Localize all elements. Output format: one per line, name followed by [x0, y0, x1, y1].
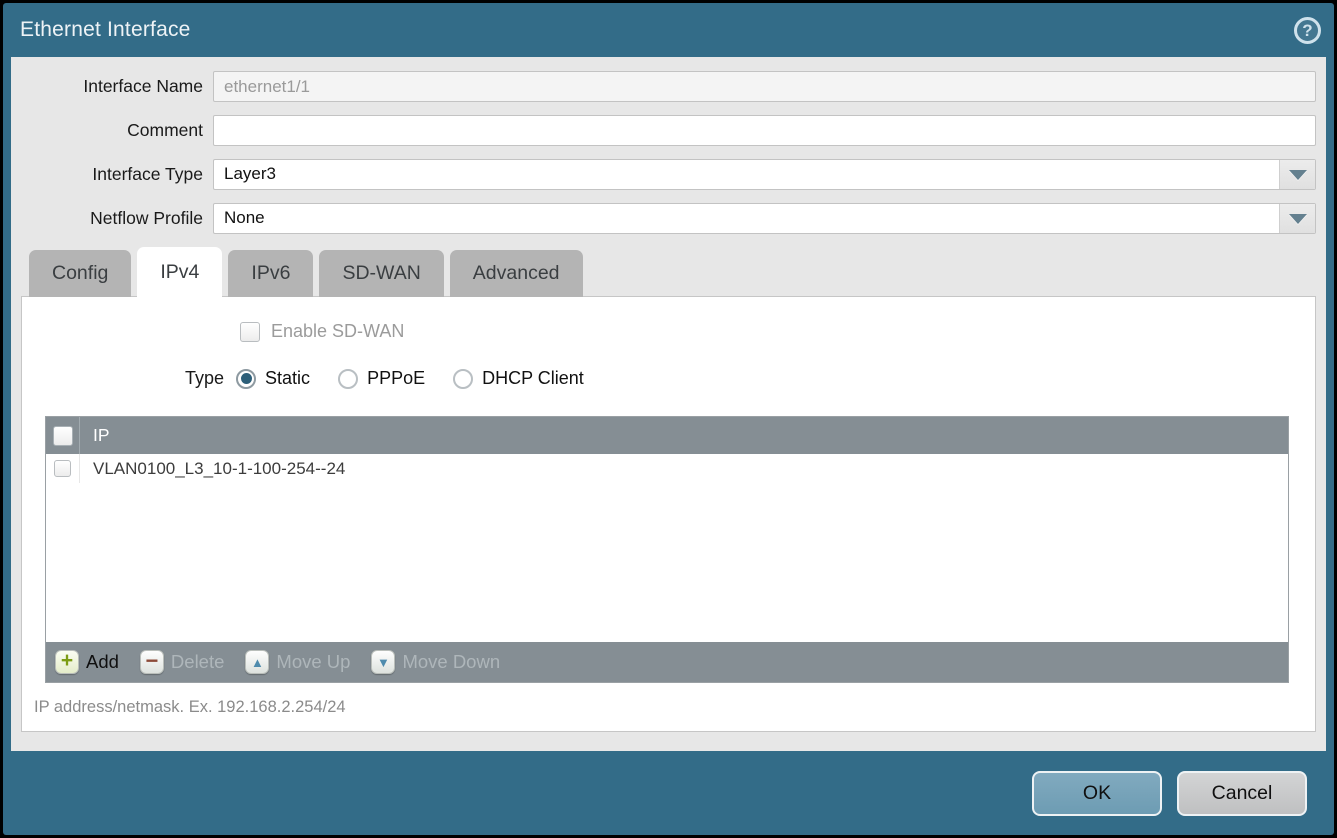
- tab-sdwan[interactable]: SD-WAN: [319, 250, 443, 297]
- dialog-footer: OK Cancel: [3, 751, 1334, 835]
- add-button[interactable]: + Add: [55, 650, 119, 674]
- arrow-up-glyph: ▲: [251, 656, 264, 669]
- dialog-content: Interface Name Comment Interface Type La…: [11, 57, 1326, 751]
- interface-name-field-wrap: [213, 71, 1316, 102]
- interface-type-label: Interface Type: [21, 164, 213, 185]
- help-icon[interactable]: ?: [1294, 17, 1321, 44]
- dialog-title: Ethernet Interface: [20, 18, 191, 42]
- table-toolbar: + Add − Delete ▲ Move Up ▼: [46, 642, 1288, 682]
- delete-button-label: Delete: [171, 651, 224, 673]
- type-label: Type: [185, 368, 224, 389]
- tab-config[interactable]: Config: [29, 250, 131, 297]
- plus-glyph: +: [61, 651, 73, 671]
- radio-static[interactable]: [236, 369, 256, 389]
- ipv4-tab-panel: Enable SD-WAN Type Static PPPoE DHCP Cli…: [21, 296, 1316, 732]
- ip-format-hint: IP address/netmask. Ex. 192.168.2.254/24: [34, 698, 1315, 717]
- netflow-profile-value: None: [214, 204, 1279, 233]
- select-all-cell: [46, 417, 80, 454]
- interface-name-row: Interface Name: [21, 71, 1316, 102]
- enable-sdwan-checkbox[interactable]: [240, 322, 260, 342]
- comment-label: Comment: [21, 120, 213, 141]
- interface-type-dropdown[interactable]: Layer3: [213, 159, 1316, 190]
- comment-input[interactable]: [213, 115, 1316, 146]
- tab-ipv6[interactable]: IPv6: [228, 250, 313, 297]
- interface-name-input: [213, 71, 1316, 102]
- minus-glyph: −: [145, 651, 158, 671]
- move-down-button-label: Move Down: [402, 651, 500, 673]
- radio-dhcp-client-label: DHCP Client: [482, 368, 584, 389]
- cancel-button[interactable]: Cancel: [1177, 771, 1307, 816]
- radio-dot: [241, 373, 252, 384]
- ok-button[interactable]: OK: [1032, 771, 1162, 816]
- netflow-profile-dropdown-button[interactable]: [1279, 204, 1315, 233]
- select-all-checkbox[interactable]: [53, 426, 73, 446]
- arrow-up-icon: ▲: [245, 650, 269, 674]
- interface-type-dropdown-button[interactable]: [1279, 160, 1315, 189]
- tab-advanced[interactable]: Advanced: [450, 250, 583, 297]
- comment-field-wrap: [213, 115, 1316, 146]
- question-mark-glyph: ?: [1302, 21, 1312, 41]
- interface-type-field-wrap: Layer3: [213, 159, 1316, 190]
- chevron-down-icon: [1289, 214, 1307, 224]
- chevron-down-icon: [1289, 170, 1307, 180]
- ip-column-header: IP: [80, 425, 110, 446]
- delete-button[interactable]: − Delete: [140, 650, 224, 674]
- tab-ipv4[interactable]: IPv4: [137, 247, 222, 297]
- add-button-label: Add: [86, 651, 119, 673]
- tab-bar: Config IPv4 IPv6 SD-WAN Advanced: [29, 247, 1316, 297]
- arrow-down-icon: ▼: [371, 650, 395, 674]
- interface-name-label: Interface Name: [21, 76, 213, 97]
- dialog-titlebar: Ethernet Interface ?: [3, 3, 1334, 57]
- type-radio-row: Type Static PPPoE DHCP Client: [185, 368, 1315, 389]
- enable-sdwan-label: Enable SD-WAN: [271, 321, 404, 342]
- radio-pppoe[interactable]: [338, 369, 358, 389]
- table-empty-area: [46, 483, 1288, 642]
- move-up-button-label: Move Up: [276, 651, 350, 673]
- minus-icon: −: [140, 650, 164, 674]
- enable-sdwan-row: Enable SD-WAN: [22, 297, 1315, 342]
- netflow-profile-label: Netflow Profile: [21, 208, 213, 229]
- interface-type-row: Interface Type Layer3: [21, 159, 1316, 190]
- move-down-button[interactable]: ▼ Move Down: [371, 650, 500, 674]
- move-up-button[interactable]: ▲ Move Up: [245, 650, 350, 674]
- ip-address-table: IP VLAN0100_L3_10-1-100-254--24 + Add: [45, 416, 1289, 683]
- ip-table-header: IP: [46, 417, 1288, 454]
- arrow-down-glyph: ▼: [377, 656, 390, 669]
- table-row[interactable]: VLAN0100_L3_10-1-100-254--24: [46, 454, 1288, 483]
- netflow-profile-row: Netflow Profile None: [21, 203, 1316, 234]
- row-select-cell: [46, 454, 80, 483]
- radio-dhcp-client[interactable]: [453, 369, 473, 389]
- screen: Ethernet Interface ? Interface Name Comm…: [0, 0, 1337, 838]
- netflow-profile-dropdown[interactable]: None: [213, 203, 1316, 234]
- comment-row: Comment: [21, 115, 1316, 146]
- netflow-profile-field-wrap: None: [213, 203, 1316, 234]
- ip-cell-value: VLAN0100_L3_10-1-100-254--24: [80, 459, 345, 479]
- radio-static-label: Static: [265, 368, 310, 389]
- ethernet-interface-dialog: Ethernet Interface ? Interface Name Comm…: [3, 3, 1334, 835]
- interface-type-value: Layer3: [214, 160, 1279, 189]
- row-checkbox[interactable]: [54, 460, 71, 477]
- plus-icon: +: [55, 650, 79, 674]
- radio-pppoe-label: PPPoE: [367, 368, 425, 389]
